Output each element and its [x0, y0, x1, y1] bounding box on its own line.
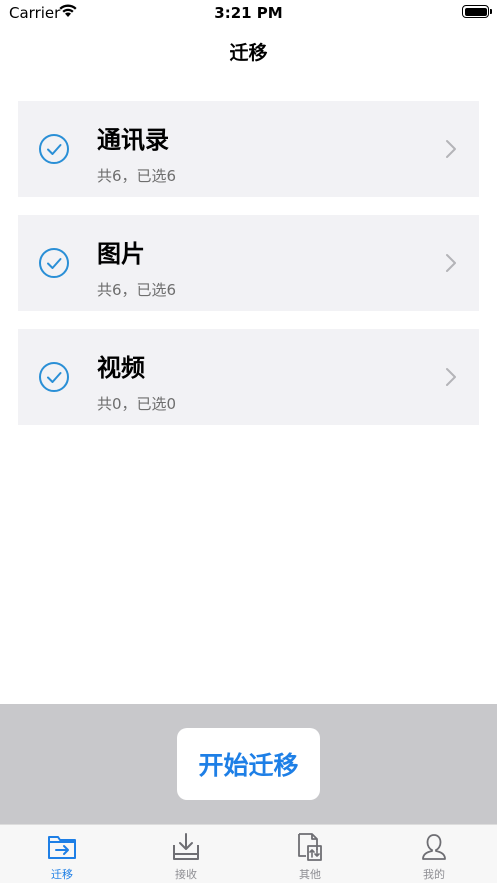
start-migration-button[interactable]: 开始迁移 [177, 728, 320, 800]
tab-migrate[interactable]: 迁移 [0, 825, 124, 883]
item-count: 共0，已选0 [97, 395, 177, 413]
status-bar: Carrier 3:21 PM [0, 0, 497, 28]
item-count: 共6，已选6 [97, 167, 177, 185]
profile-icon [422, 834, 446, 860]
page-title: 迁移 [229, 42, 268, 64]
tab-label: 迁移 [51, 868, 73, 881]
tab-other[interactable]: 其他 [248, 825, 372, 883]
tab-bar: 迁移 接收 其他 我的 [0, 824, 497, 883]
check-circle-icon[interactable] [38, 247, 70, 279]
migrate-icon [48, 836, 76, 859]
receive-icon [173, 833, 199, 860]
tab-label: 其他 [299, 868, 321, 881]
item-count: 共6，已选6 [97, 281, 177, 299]
check-circle-icon[interactable] [38, 361, 70, 393]
chevron-right-icon [446, 368, 456, 386]
tab-profile[interactable]: 我的 [372, 825, 496, 883]
check-circle-icon[interactable] [38, 133, 70, 165]
list-item-photos[interactable]: 图片 共6，已选6 [18, 215, 479, 311]
clock: 3:21 PM [214, 4, 283, 22]
chevron-right-icon [446, 140, 456, 158]
action-panel: 开始迁移 [0, 704, 497, 824]
chevron-right-icon [446, 254, 456, 272]
item-title: 视频 [97, 354, 145, 382]
other-icon [298, 833, 322, 861]
item-title: 通讯录 [97, 126, 169, 154]
tab-receive[interactable]: 接收 [124, 825, 248, 883]
list-item-contacts[interactable]: 通讯录 共6，已选6 [18, 101, 479, 197]
tab-label: 我的 [423, 868, 445, 881]
tab-label: 接收 [175, 868, 197, 881]
battery-icon [462, 5, 492, 18]
item-title: 图片 [97, 240, 145, 268]
list-item-videos[interactable]: 视频 共0，已选0 [18, 329, 479, 425]
